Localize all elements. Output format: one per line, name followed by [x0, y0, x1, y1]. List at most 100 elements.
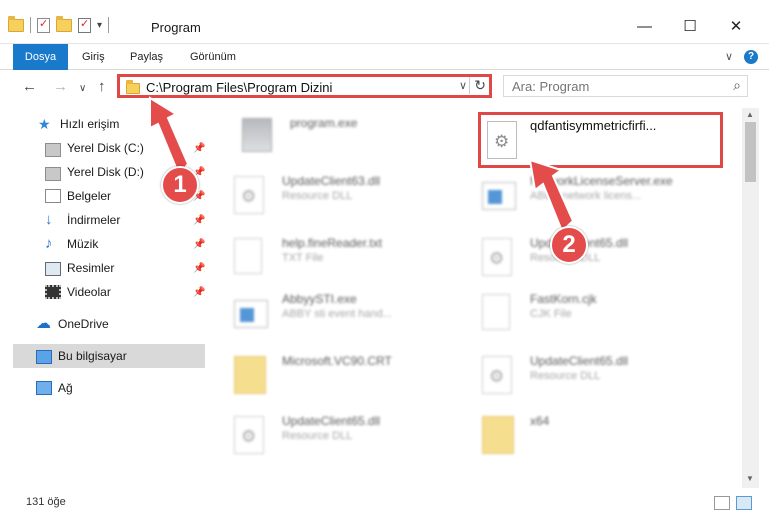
sidebar-item-label: Yerel Disk (C:) [67, 141, 144, 155]
sidebar-item-videos[interactable]: Videolar 📌 [0, 280, 205, 304]
sidebar-item-this-pc[interactable]: Bu bilgisayar [13, 344, 205, 368]
tab-view[interactable]: Görünüm [190, 44, 236, 70]
download-icon: ↓ [45, 211, 53, 228]
tab-home[interactable]: Giriş [82, 44, 105, 70]
item-count: 131 öğe [26, 496, 66, 508]
dll-icon [482, 356, 516, 396]
file-item[interactable]: FastKorn.cjk CJK File [474, 288, 714, 344]
text-file-icon [234, 238, 268, 278]
sidebar-item-onedrive[interactable]: ☁ OneDrive [0, 312, 205, 336]
file-item[interactable]: UpdateClient65.dll Resource DLL [474, 350, 714, 406]
navigation-pane: ★ Hızlı erişim Yerel Disk (C:) 📌 Yerel D… [0, 108, 206, 488]
divider [30, 17, 31, 33]
vertical-scrollbar[interactable]: ▲ ▼ [742, 108, 759, 488]
gear-file-icon [487, 121, 517, 159]
file-name: UpdateClient63.dll [282, 174, 381, 188]
file-type: ABBY sti event hand... [282, 308, 392, 320]
star-icon: ★ [38, 116, 51, 132]
file-name: UpdateClient65.dll [282, 414, 381, 428]
title-bar: ▾ Program — ☐ ✕ [0, 0, 769, 44]
rename-icon[interactable] [78, 17, 91, 33]
file-name: AbbyySTI.exe [282, 292, 357, 306]
file-name: FastKorn.cjk [530, 292, 597, 306]
sidebar-item-quick-access[interactable]: ★ Hızlı erişim [0, 112, 205, 136]
file-item[interactable]: NetworkLicenseServer.exe ABBY network li… [474, 170, 714, 226]
scroll-down-icon[interactable]: ▼ [746, 474, 754, 483]
chevron-down-icon[interactable]: ∨ [459, 79, 467, 92]
sidebar-item-downloads[interactable]: ↓ İndirmeler 📌 [0, 208, 205, 232]
details-view-icon[interactable] [714, 496, 730, 510]
pin-icon[interactable]: 📌 [193, 287, 205, 298]
disk-icon [45, 167, 61, 181]
search-input[interactable] [504, 76, 714, 96]
expand-ribbon-icon[interactable]: ∨ [725, 50, 733, 63]
file-item[interactable]: UpdateClient65.dll Resource DLL [474, 232, 714, 288]
sidebar-item-disk-c[interactable]: Yerel Disk (C:) 📌 [0, 136, 205, 160]
file-item[interactable]: UpdateClient65.dll Resource DLL [226, 410, 466, 466]
dll-icon [234, 416, 268, 456]
folder-icon [126, 80, 140, 94]
file-name: qdfantisymmetricfirfi... [530, 118, 657, 133]
computer-icon [36, 349, 52, 364]
file-item[interactable]: help.fineReader.txt TXT File [226, 232, 466, 288]
file-item[interactable]: Microsoft.VC90.CRT [226, 350, 466, 406]
sidebar-item-label: Belgeler [67, 189, 112, 203]
folder-icon[interactable] [8, 15, 24, 32]
refresh-button[interactable]: ↻ [469, 77, 486, 94]
maximize-button[interactable]: ☐ [683, 19, 697, 34]
customize-toolbar-icon[interactable]: ▾ [97, 20, 102, 31]
quick-access-toolbar: ▾ [8, 15, 110, 33]
properties-icon[interactable] [37, 17, 50, 33]
highlighted-file-item[interactable]: qdfantisymmetricfirfi... [478, 112, 723, 168]
scrollbar-thumb[interactable] [745, 122, 756, 182]
file-name: program.exe [290, 116, 358, 130]
videos-icon [45, 285, 61, 299]
help-icon[interactable]: ? [744, 50, 758, 64]
sidebar-item-label: Ağ [58, 381, 73, 395]
sidebar-item-label: Müzik [67, 237, 99, 251]
file-type: Resource DLL [530, 370, 601, 382]
file-name: Microsoft.VC90.CRT [282, 354, 392, 368]
file-item[interactable]: x64 [474, 410, 714, 466]
recent-locations-button[interactable]: ∨ [79, 80, 86, 98]
pin-icon[interactable]: 📌 [193, 143, 205, 154]
sidebar-item-music[interactable]: ♪ Müzik 📌 [0, 232, 205, 256]
tab-share[interactable]: Paylaş [130, 44, 163, 70]
up-button[interactable]: ↑ [98, 78, 106, 96]
pin-icon[interactable]: 📌 [193, 215, 205, 226]
large-icons-view-icon[interactable] [736, 496, 752, 510]
minimize-button[interactable]: — [637, 19, 652, 34]
forward-button[interactable]: → [53, 78, 68, 96]
sidebar-item-label: Hızlı erişim [60, 117, 120, 131]
window-title: Program [151, 20, 201, 35]
sidebar-item-network[interactable]: Ağ [0, 376, 205, 400]
file-type: ABBY network licens... [530, 190, 642, 202]
scroll-up-icon[interactable]: ▲ [746, 110, 754, 119]
file-name: help.fineReader.txt [282, 236, 383, 250]
sidebar-item-label: Bu bilgisayar [58, 349, 127, 363]
file-list: program.exe UpdateClient63.dll Resource … [206, 108, 742, 488]
new-folder-icon[interactable] [56, 15, 72, 32]
text-file-icon [482, 294, 516, 334]
dll-icon [482, 238, 516, 278]
callout-one: 1 [161, 166, 199, 204]
address-bar[interactable]: C:\Program Files\Program Dizini ∨ ↻ [117, 74, 492, 98]
file-item[interactable]: program.exe [234, 112, 474, 168]
file-item[interactable]: UpdateClient63.dll Resource DLL [226, 170, 466, 226]
pin-icon[interactable]: 📌 [193, 263, 205, 274]
close-button[interactable]: ✕ [729, 19, 743, 34]
program-icon [242, 118, 276, 158]
callout-two: 2 [550, 226, 588, 264]
back-button[interactable]: ← [22, 78, 37, 96]
search-icon[interactable]: ⌕ [733, 77, 741, 94]
search-box[interactable]: ⌕ [503, 75, 748, 97]
network-icon [36, 381, 52, 395]
sidebar-item-label: Videolar [67, 285, 111, 299]
divider [108, 17, 110, 33]
dll-icon [234, 176, 268, 216]
pin-icon[interactable]: 📌 [193, 239, 205, 250]
address-path[interactable]: C:\Program Files\Program Dizini [146, 80, 332, 95]
file-item[interactable]: AbbyySTI.exe ABBY sti event hand... [226, 288, 466, 344]
sidebar-item-pictures[interactable]: Resimler 📌 [0, 256, 205, 280]
folder-icon [234, 356, 268, 396]
